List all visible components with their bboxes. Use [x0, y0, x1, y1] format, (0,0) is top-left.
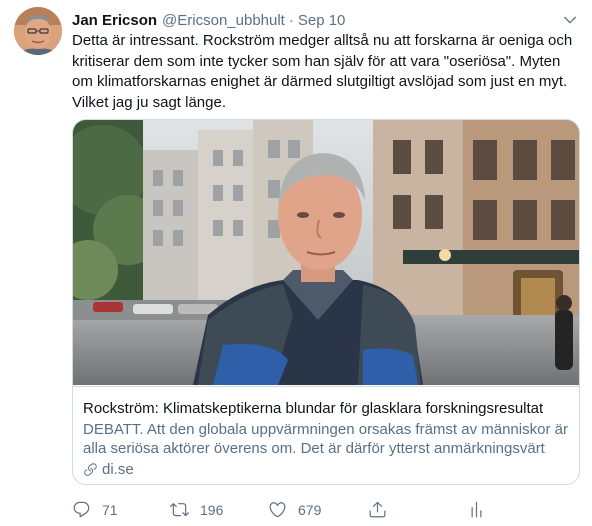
- card-image: [73, 120, 579, 385]
- display-name[interactable]: Jan Ericson: [72, 12, 157, 29]
- user-handle[interactable]: @Ericson_ubbhult: [162, 12, 285, 29]
- analytics-button[interactable]: [467, 500, 486, 519]
- card-domain: di.se: [102, 461, 134, 478]
- like-icon: [269, 502, 286, 518]
- link-card[interactable]: Rockström: Klimatskeptikerna blundar för…: [72, 119, 580, 485]
- tweet[interactable]: Jan Ericson @Ericson_ubbhult · Sep 10 De…: [0, 0, 592, 526]
- avatar[interactable]: [14, 7, 62, 55]
- tweet-date[interactable]: Sep 10: [298, 12, 346, 29]
- reply-icon: [73, 501, 90, 518]
- card-domain-row: di.se: [83, 461, 569, 478]
- like-button[interactable]: 679: [268, 500, 321, 519]
- tweet-actions: 71 196 679: [72, 500, 512, 522]
- link-icon: [84, 463, 97, 476]
- reply-count: 71: [102, 501, 118, 518]
- card-photo: [73, 120, 579, 385]
- card-meta[interactable]: Rockström: Klimatskeptikerna blundar för…: [73, 386, 579, 484]
- analytics-icon: [471, 501, 482, 518]
- like-count: 679: [298, 501, 322, 518]
- retweet-icon: [170, 503, 189, 517]
- tweet-header: Jan Ericson @Ericson_ubbhult · Sep 10: [72, 10, 345, 30]
- card-title: Rockström: Klimatskeptikerna blundar för…: [83, 400, 544, 417]
- chevron-down-icon[interactable]: [562, 12, 578, 28]
- reply-button[interactable]: 71: [72, 500, 118, 519]
- separator-dot: ·: [288, 11, 294, 29]
- card-description: DEBATT. Att den globala uppvärmningen or…: [83, 421, 568, 457]
- tweet-text: Detta är intressant. Rockström medger al…: [72, 32, 577, 111]
- retweet-count: 196: [200, 501, 224, 518]
- share-icon: [369, 501, 386, 518]
- share-button[interactable]: [368, 500, 387, 519]
- avatar-photo: [14, 7, 62, 55]
- retweet-button[interactable]: 196: [170, 500, 223, 519]
